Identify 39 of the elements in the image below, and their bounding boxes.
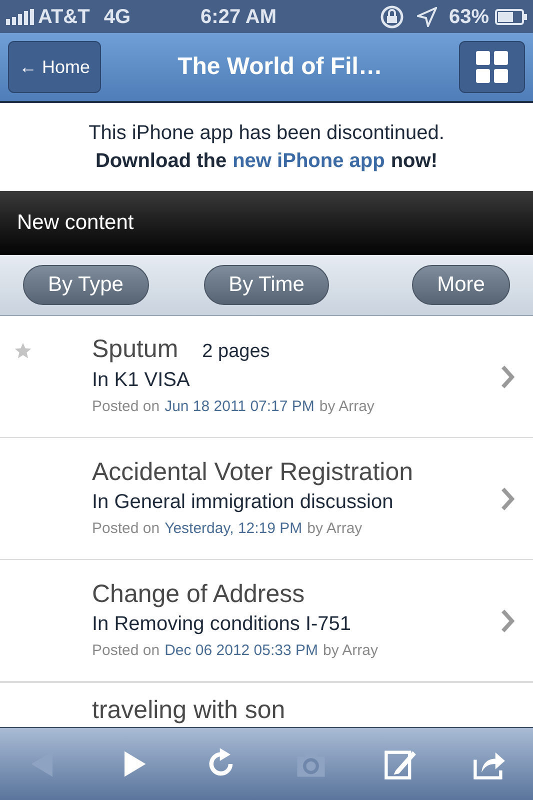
chevron-icon <box>501 364 515 388</box>
filter-button[interactable]: By Time <box>204 265 330 305</box>
notice-text: Download the <box>95 149 227 174</box>
post-date: Jun 18 2011 07:17 PM <box>164 397 314 418</box>
network-text: 4G <box>104 4 131 30</box>
signal-icon <box>6 8 34 24</box>
location-icon <box>416 6 437 26</box>
grid-icon <box>476 51 508 83</box>
topic-title[interactable]: Sputum <box>92 332 178 365</box>
chevron-icon <box>501 608 515 632</box>
grid-menu-button[interactable] <box>459 41 525 93</box>
forum-name: In General immigration discussion <box>92 490 394 514</box>
app-link[interactable]: new iPhone app <box>232 147 385 175</box>
posted-label: Posted on <box>92 397 160 418</box>
page-count: 2 pages <box>202 340 270 364</box>
filter-button[interactable]: More <box>412 265 510 305</box>
back-button[interactable]: ← Home <box>8 41 102 93</box>
post-date: Yesterday, 12:19 PM <box>164 518 302 538</box>
section-header: New content <box>0 191 533 255</box>
carrier-text: AT&T <box>38 4 90 30</box>
forum-name: In Removing conditions I-751 <box>92 612 352 636</box>
author-text: by Array <box>323 640 378 660</box>
posted-label: Posted on <box>92 518 160 538</box>
author-text: by Array <box>319 397 374 418</box>
post-date: Dec 06 2012 05:33 PM <box>164 640 318 660</box>
page-title: The World of Fil… <box>176 52 384 82</box>
battery-icon <box>495 8 527 24</box>
topic-title[interactable]: Accidental Voter Registration <box>92 456 414 488</box>
battery-text: 63% <box>448 4 489 30</box>
topic-title[interactable]: Change of Address <box>92 578 305 610</box>
chevron-icon <box>501 486 515 510</box>
notice-text: now! <box>390 149 438 174</box>
notice-text: This iPhone app has been discontinued. <box>88 121 444 146</box>
author-text: by Array <box>307 518 362 538</box>
posted-label: Posted on <box>92 640 160 660</box>
topic-title[interactable]: traveling with son <box>92 695 286 725</box>
clock-text: 6:27 AM <box>200 4 276 30</box>
forum-name: In K1 VISA <box>92 368 191 394</box>
filter-button[interactable]: By Type <box>23 265 148 305</box>
